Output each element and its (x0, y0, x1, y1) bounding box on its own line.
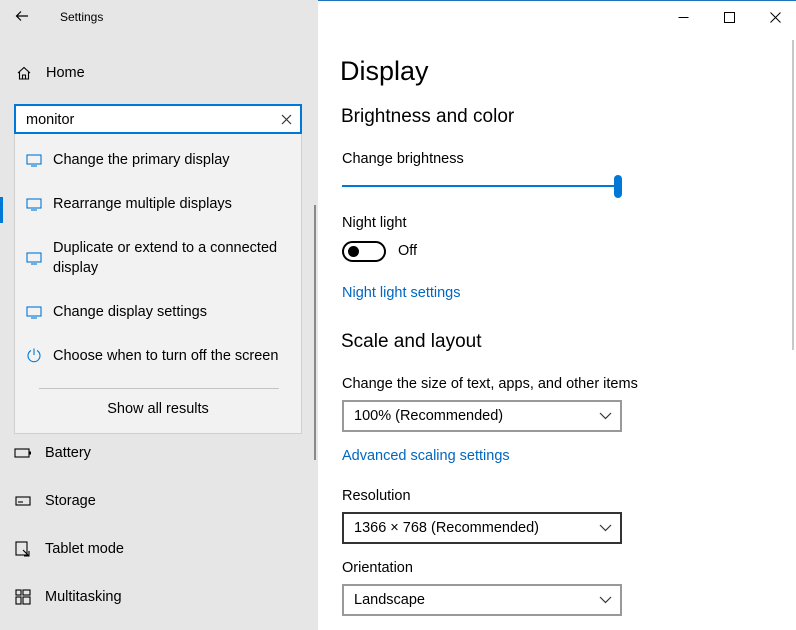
monitor-icon (25, 196, 43, 212)
brightness-slider-thumb[interactable] (614, 175, 622, 198)
close-icon (769, 11, 781, 23)
suggestion-label: Change the primary display (53, 152, 230, 168)
sidebar: Settings Home monitor Change the primary… (0, 0, 318, 630)
maximize-button[interactable] (706, 2, 752, 32)
brightness-slider-track[interactable] (342, 185, 620, 187)
sidebar-item-label: Home (46, 65, 85, 81)
dropdown-value: 100% (Recommended) (354, 408, 504, 424)
minimize-icon (678, 16, 688, 18)
maximize-icon (723, 11, 735, 23)
sidebar-item-label: Battery (45, 445, 91, 461)
back-arrow-icon (15, 11, 28, 21)
monitor-icon (25, 250, 43, 266)
storage-icon (14, 492, 32, 510)
minimize-button[interactable] (660, 2, 706, 32)
content-scrollbar[interactable] (792, 40, 794, 350)
search-input-value: monitor (26, 112, 75, 128)
sidebar-item-home[interactable]: Home (14, 62, 85, 84)
app-title: Settings (60, 10, 104, 24)
advanced-scaling-link[interactable]: Advanced scaling settings (342, 448, 510, 464)
close-button[interactable] (752, 2, 796, 32)
multitasking-icon (14, 588, 32, 606)
dropdown-value: 1366 × 768 (Recommended) (354, 520, 539, 536)
brightness-label: Change brightness (342, 151, 464, 167)
scale-size-label: Change the size of text, apps, and other… (342, 376, 638, 392)
clear-search-icon[interactable] (278, 111, 294, 127)
sidebar-item-label: Storage (45, 493, 96, 509)
back-button[interactable] (10, 5, 34, 27)
divider (39, 388, 279, 389)
sidebar-item-tablet-mode[interactable]: Tablet mode (14, 538, 124, 560)
chevron-down-icon (598, 410, 612, 422)
section-heading-scale: Scale and layout (341, 331, 482, 352)
title-bar: Settings (0, 0, 318, 33)
search-suggestions: Change the primary display Rearrange mul… (14, 134, 302, 434)
toggle-knob (348, 246, 359, 257)
selected-indicator (0, 197, 3, 223)
home-icon (14, 63, 34, 83)
sidebar-item-multitasking[interactable]: Multitasking (14, 586, 122, 608)
chevron-down-icon (598, 522, 612, 534)
show-all-results-button[interactable]: Show all results (15, 401, 301, 417)
suggestion-label: Duplicate or extend to a connected displ… (53, 240, 278, 276)
night-light-state: Off (398, 243, 418, 259)
monitor-icon (25, 152, 43, 168)
night-light-toggle[interactable] (342, 241, 386, 262)
power-icon (25, 347, 43, 363)
page-title: Display (340, 56, 429, 86)
tablet-mode-icon (14, 540, 32, 558)
monitor-icon (25, 304, 43, 320)
dropdown-value: Landscape (354, 592, 425, 608)
sidebar-item-storage[interactable]: Storage (14, 490, 96, 512)
sidebar-item-battery[interactable]: Battery (14, 442, 91, 464)
section-heading-brightness: Brightness and color (341, 106, 515, 127)
sidebar-scrollbar[interactable] (314, 205, 316, 460)
orientation-dropdown[interactable]: Landscape (342, 584, 622, 616)
night-light-settings-link[interactable]: Night light settings (342, 285, 460, 301)
suggestion-label: Change display settings (53, 304, 207, 320)
chevron-down-icon (598, 594, 612, 606)
battery-icon (14, 444, 32, 462)
resolution-dropdown[interactable]: 1366 × 768 (Recommended) (342, 512, 622, 544)
search-input[interactable]: monitor (14, 104, 302, 134)
orientation-label: Orientation (342, 560, 413, 576)
suggestion-label: Rearrange multiple displays (53, 196, 232, 212)
scale-size-dropdown[interactable]: 100% (Recommended) (342, 400, 622, 432)
resolution-label: Resolution (342, 488, 411, 504)
sidebar-item-label: Tablet mode (45, 541, 124, 557)
suggestion-label: Choose when to turn off the screen (53, 348, 279, 364)
night-light-label: Night light (342, 215, 407, 231)
sidebar-item-label: Multitasking (45, 589, 122, 605)
